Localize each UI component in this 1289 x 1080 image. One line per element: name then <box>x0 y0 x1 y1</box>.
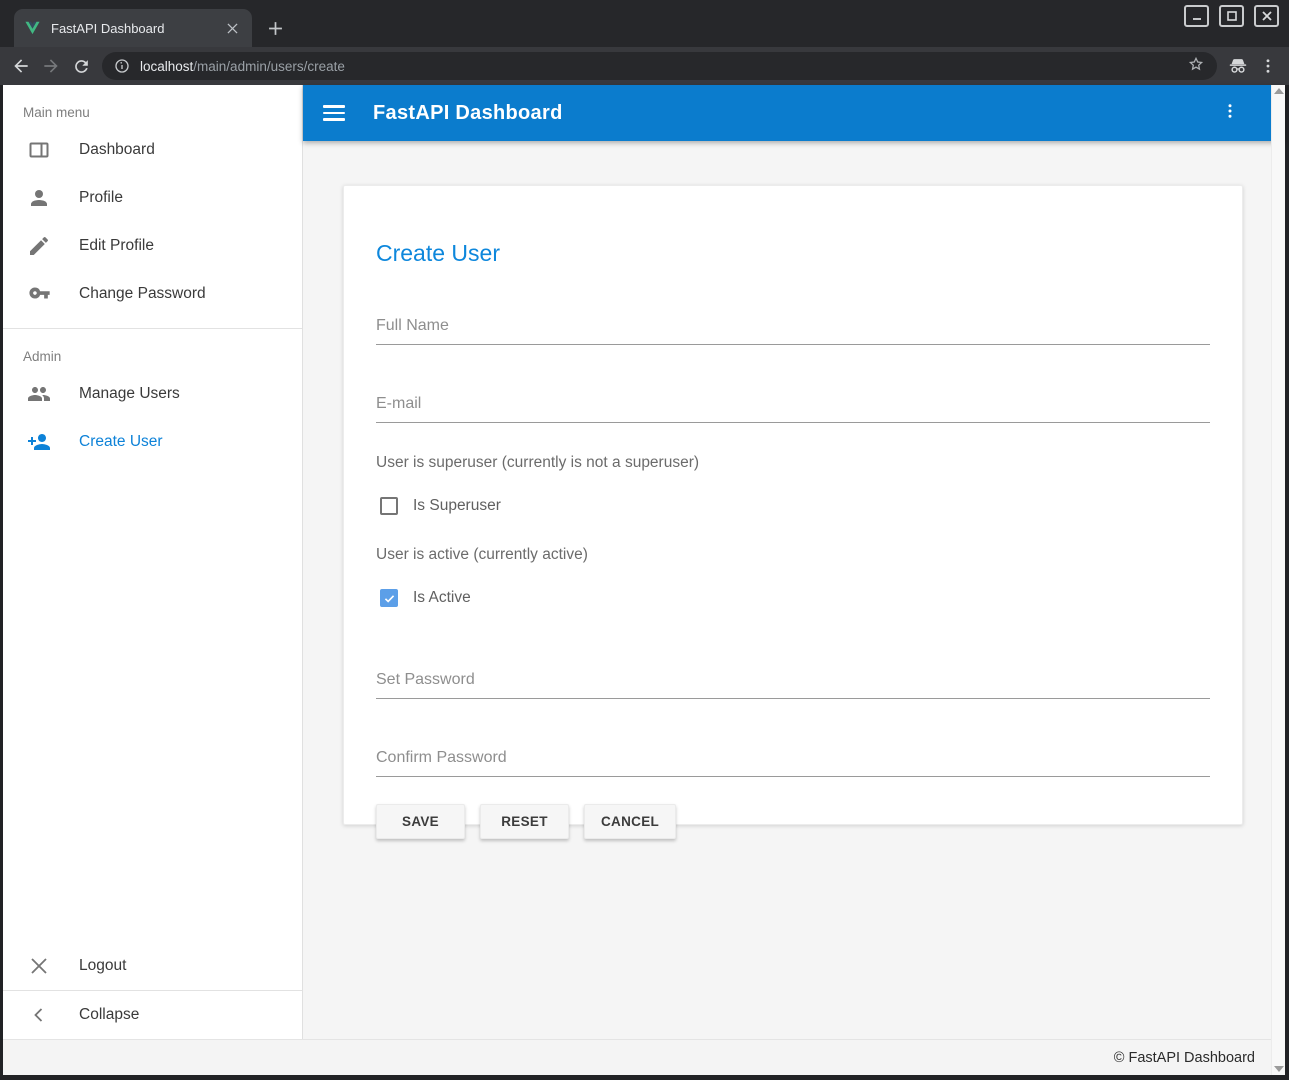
cancel-button[interactable]: CANCEL <box>584 804 676 839</box>
email-field[interactable]: E-mail <box>376 395 1210 423</box>
chevron-left-icon <box>27 1003 51 1027</box>
is-active-checkbox[interactable] <box>380 589 398 607</box>
scrollbar-up-icon[interactable] <box>1274 88 1284 94</box>
sidebar-item-label: Change Password <box>79 285 206 303</box>
is-active-label: Is Active <box>413 589 471 607</box>
save-button[interactable]: SAVE <box>376 804 465 839</box>
sidebar-item-change-password[interactable]: Change Password <box>3 270 302 318</box>
sidebar-spacer <box>3 466 302 942</box>
sidebar-item-label: Create User <box>79 433 163 451</box>
reload-icon[interactable] <box>66 51 96 81</box>
sidebar-section-main-menu: Main menu <box>3 85 302 126</box>
appbar-menu-icon[interactable] <box>1221 102 1239 125</box>
form-buttons: SAVE RESET CANCEL <box>376 804 1210 839</box>
person-icon <box>27 186 51 210</box>
browser-toolbar: localhost/main/admin/users/create <box>0 47 1289 85</box>
sidebar-item-create-user[interactable]: Create User <box>3 418 302 466</box>
is-superuser-label: Is Superuser <box>413 497 501 515</box>
hamburger-menu-icon[interactable] <box>323 101 347 125</box>
close-icon <box>27 954 51 978</box>
browser-tab[interactable]: FastAPI Dashboard <box>14 9 252 47</box>
full-name-label: Full Name <box>376 317 1210 345</box>
pencil-icon <box>27 234 51 258</box>
page-content: Create User Full Name E-mail User is sup… <box>303 141 1285 1039</box>
tab-strip: FastAPI Dashboard <box>0 0 1289 47</box>
dashboard-icon <box>27 138 51 162</box>
person-add-icon <box>27 430 51 454</box>
tab-title: FastAPI Dashboard <box>51 21 222 36</box>
close-window-icon[interactable] <box>1254 5 1279 27</box>
sidebar-item-label: Logout <box>79 957 126 975</box>
new-tab-icon[interactable] <box>262 15 288 41</box>
sidebar: Main menu Dashboard Profile <box>3 85 303 1039</box>
group-icon <box>27 382 51 406</box>
confirm-password-field[interactable]: Confirm Password <box>376 749 1210 777</box>
sidebar-item-label: Collapse <box>79 1006 139 1024</box>
maximize-icon[interactable] <box>1219 5 1244 27</box>
sidebar-item-dashboard[interactable]: Dashboard <box>3 126 302 174</box>
browser-menu-icon[interactable] <box>1253 51 1283 81</box>
sidebar-section-admin: Admin <box>3 329 302 370</box>
email-label: E-mail <box>376 395 1210 423</box>
url-text: localhost/main/admin/users/create <box>140 59 345 74</box>
app-area: Main menu Dashboard Profile <box>3 85 1285 1075</box>
set-password-label: Set Password <box>376 671 1210 699</box>
incognito-icon <box>1223 51 1253 81</box>
sidebar-item-edit-profile[interactable]: Edit Profile <box>3 222 302 270</box>
page-title: Create User <box>376 240 1210 267</box>
full-name-field[interactable]: Full Name <box>376 317 1210 345</box>
main-column: FastAPI Dashboard Create User Full Name … <box>303 85 1285 1039</box>
window-controls <box>1184 5 1279 27</box>
is-superuser-checkbox[interactable] <box>380 497 398 515</box>
url-bar[interactable]: localhost/main/admin/users/create <box>102 52 1217 80</box>
reset-button[interactable]: RESET <box>480 804 569 839</box>
set-password-field[interactable]: Set Password <box>376 671 1210 699</box>
sidebar-item-label: Dashboard <box>79 141 155 159</box>
active-helper-text: User is active (currently active) <box>376 546 1210 564</box>
sidebar-item-logout[interactable]: Logout <box>3 942 302 990</box>
sidebar-item-manage-users[interactable]: Manage Users <box>3 370 302 418</box>
bookmark-star-icon[interactable] <box>1187 55 1205 78</box>
superuser-helper-text: User is superuser (currently is not a su… <box>376 454 1210 472</box>
footer: © FastAPI Dashboard <box>3 1039 1285 1075</box>
browser-window: FastAPI Dashboard <box>0 0 1289 1080</box>
vue-logo-icon <box>24 21 41 36</box>
scrollbar-down-icon[interactable] <box>1274 1066 1284 1072</box>
create-user-card: Create User Full Name E-mail User is sup… <box>343 185 1243 825</box>
sidebar-item-profile[interactable]: Profile <box>3 174 302 222</box>
back-icon[interactable] <box>6 51 36 81</box>
key-icon <box>27 282 51 306</box>
is-superuser-checkbox-row[interactable]: Is Superuser <box>380 497 1210 515</box>
tab-close-icon[interactable] <box>222 18 242 38</box>
info-icon[interactable] <box>114 58 130 74</box>
sidebar-item-label: Edit Profile <box>79 237 154 255</box>
sidebar-item-label: Profile <box>79 189 123 207</box>
footer-copyright: © FastAPI Dashboard <box>1114 1050 1255 1066</box>
page-scrollbar[interactable] <box>1271 85 1285 1075</box>
appbar-title: FastAPI Dashboard <box>373 102 563 125</box>
forward-icon[interactable] <box>36 51 66 81</box>
confirm-password-label: Confirm Password <box>376 749 1210 777</box>
sidebar-item-label: Manage Users <box>79 385 180 403</box>
minimize-icon[interactable] <box>1184 5 1209 27</box>
sidebar-item-collapse[interactable]: Collapse <box>3 991 302 1039</box>
appbar: FastAPI Dashboard <box>303 85 1285 141</box>
is-active-checkbox-row[interactable]: Is Active <box>380 589 1210 607</box>
